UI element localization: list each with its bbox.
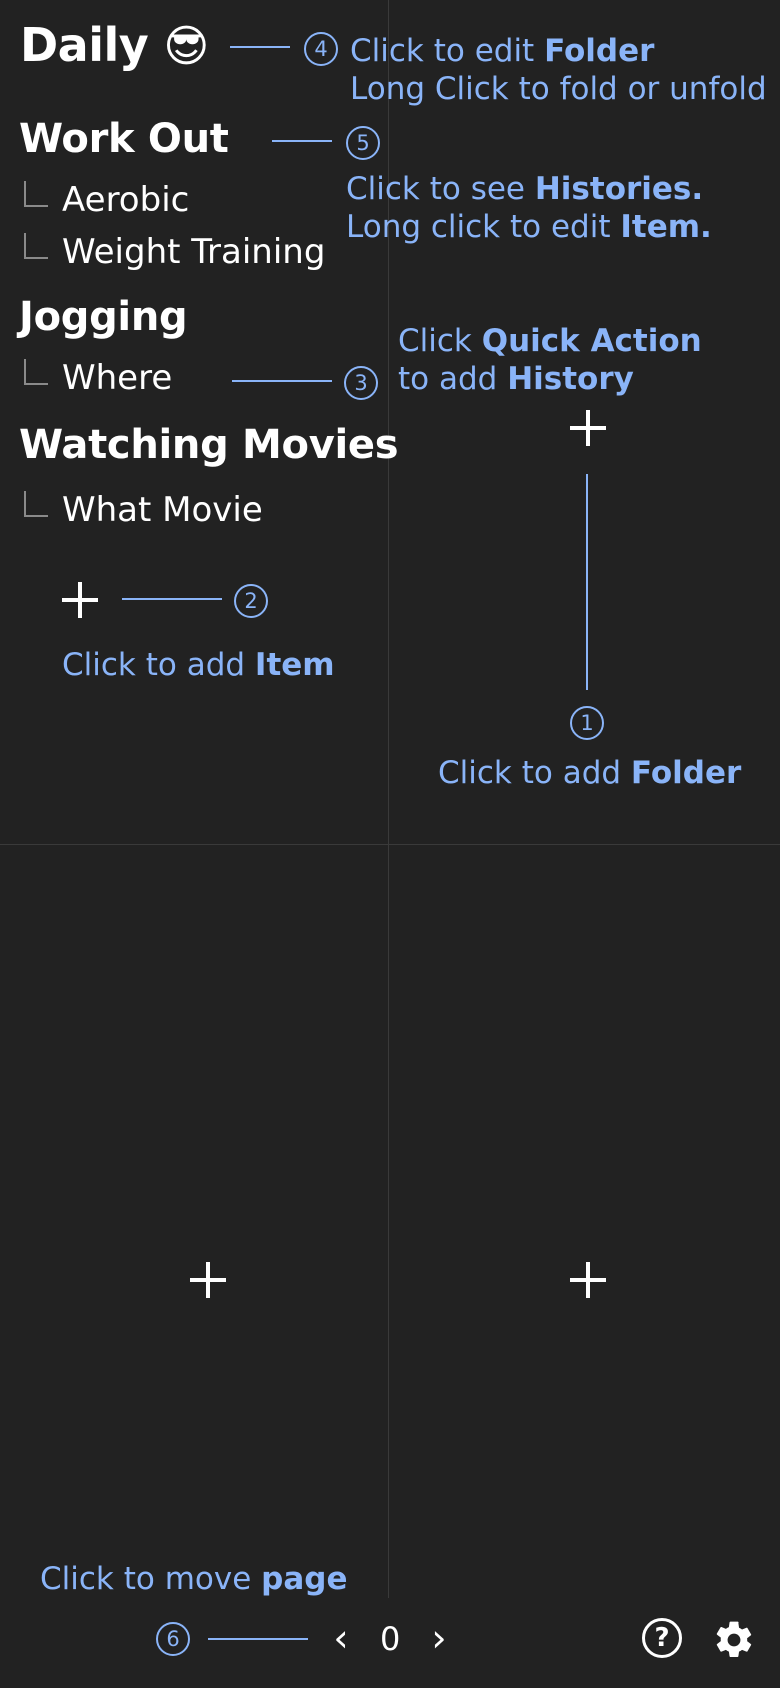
item-aerobic[interactable]: Aerobic	[24, 180, 189, 220]
hint-1-number: 1	[570, 706, 604, 740]
hint-text: Click to add	[438, 755, 631, 791]
hint-5-number: 5	[346, 126, 380, 160]
add-folder-plus-icon-bottom-right[interactable]	[570, 1262, 606, 1298]
page-number: 0	[380, 1620, 401, 1658]
hint-3-line	[232, 380, 332, 382]
gear-icon[interactable]	[712, 1618, 756, 1662]
hint-bold: page	[261, 1561, 348, 1597]
tree-branch	[24, 233, 48, 259]
hint-1-line	[586, 474, 588, 690]
hint-text: Click	[398, 323, 482, 359]
tree-branch	[24, 181, 48, 207]
quick-action-plus-icon[interactable]	[570, 410, 606, 446]
hint-6-line	[208, 1638, 308, 1640]
add-item-plus-icon[interactable]	[62, 582, 98, 618]
hint-text: to add	[398, 361, 508, 397]
hint-2-line	[122, 598, 222, 600]
hint-3-number: 3	[344, 366, 378, 400]
hint-2-number: 2	[234, 584, 268, 618]
panel-title[interactable]: Daily	[20, 18, 149, 72]
hint-5-line	[272, 140, 332, 142]
item-what-movie[interactable]: What Movie	[24, 490, 263, 530]
hint-5-line1: Click to see Histories.	[346, 170, 703, 208]
item-label: What Movie	[62, 490, 263, 530]
hint-bold: Folder	[544, 33, 655, 69]
hint-2-text: Click to add Item	[62, 646, 335, 684]
item-label: Aerobic	[62, 180, 190, 220]
hint-5-line2: Long click to edit Item.	[346, 208, 712, 246]
hint-3-line1: Click Quick Action	[398, 322, 702, 360]
item-label: Where	[62, 358, 173, 398]
hint-4-number: 4	[304, 32, 338, 66]
tree-branch	[24, 491, 48, 517]
hint-text: Click to move	[40, 1561, 262, 1597]
hint-bold: History	[507, 361, 634, 397]
hint-6-number: 6	[156, 1622, 190, 1656]
folder-watching-movies[interactable]: Watching Movies	[19, 422, 399, 468]
folder-work-out[interactable]: Work Out	[19, 116, 229, 162]
hint-bold: Item	[254, 647, 335, 683]
hint-4-line2: Long Click to fold or unfold	[350, 71, 767, 107]
panel-divider-horizontal	[0, 844, 780, 845]
hint-text: Click to add	[62, 647, 255, 683]
item-weight-training[interactable]: Weight Training	[24, 232, 325, 272]
chevron-right-icon[interactable]: ›	[424, 1618, 454, 1658]
panel-title-row[interactable]: Daily 😎	[20, 18, 209, 72]
hint-6-text: Click to move page	[40, 1560, 347, 1598]
hint-4-line1: Click to edit Folder	[350, 32, 654, 70]
item-where[interactable]: Where	[24, 358, 172, 398]
hint-4-line	[230, 46, 290, 48]
chevron-left-icon[interactable]: ‹	[326, 1618, 356, 1658]
hint-bold: Histories.	[534, 171, 704, 207]
tree-branch	[24, 359, 48, 385]
hint-3-line2: to add History	[398, 360, 634, 398]
item-label: Weight Training	[62, 232, 326, 272]
hint-text: Click to see	[346, 171, 535, 207]
help-icon[interactable]: ?	[642, 1618, 682, 1658]
hint-bold: Folder	[630, 755, 742, 791]
hint-bold: Item.	[620, 209, 712, 245]
title-emoji: 😎	[163, 21, 210, 72]
hint-bold: Quick Action	[481, 323, 702, 359]
hint-text: Long click to edit	[346, 209, 621, 245]
add-folder-plus-icon-bottom-left[interactable]	[190, 1262, 226, 1298]
hint-1-text: Click to add Folder	[438, 754, 741, 792]
hint-text: Click to edit	[350, 33, 545, 69]
folder-jogging[interactable]: Jogging	[19, 294, 188, 340]
